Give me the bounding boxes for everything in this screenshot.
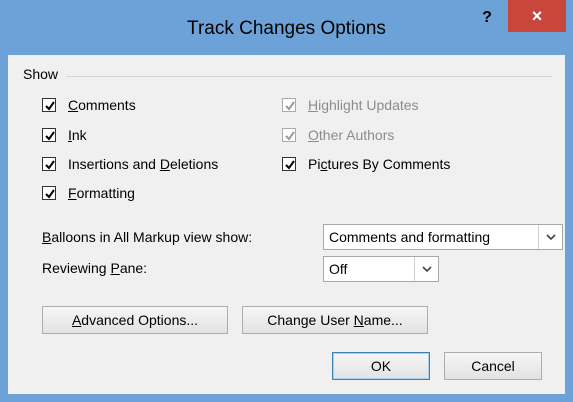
- ink-checkbox[interactable]: Ink: [42, 125, 87, 145]
- title-bar[interactable]: Track Changes Options ? ×: [0, 0, 573, 54]
- ok-label: OK: [370, 358, 392, 374]
- highlight-updates-checkbox[interactable]: Highlight Updates: [282, 95, 419, 115]
- cancel-label: Cancel: [471, 358, 515, 374]
- advanced-options-label: Advanced Options...: [71, 312, 199, 328]
- formatting-checkbox[interactable]: Formatting: [42, 183, 135, 203]
- other-authors-label: Other Authors: [308, 127, 395, 143]
- reviewing-pane-dropdown[interactable]: Off: [323, 256, 439, 282]
- ink-label: Ink: [68, 127, 87, 143]
- checkmark-icon: [42, 128, 56, 142]
- close-button[interactable]: ×: [508, 0, 566, 32]
- balloons-label: Balloons in All Markup view show:: [42, 229, 253, 245]
- show-group-label: Show: [23, 66, 59, 82]
- change-user-name-button[interactable]: Change User Name...: [242, 306, 428, 334]
- balloons-dropdown[interactable]: Comments and formatting: [323, 224, 563, 250]
- chevron-down-icon[interactable]: [538, 225, 562, 249]
- checkmark-icon: [42, 98, 56, 112]
- change-user-name-label: Change User Name...: [267, 312, 403, 328]
- comments-checkbox[interactable]: Comments: [42, 95, 136, 115]
- formatting-label: Formatting: [68, 185, 135, 201]
- show-group-divider: [66, 76, 552, 77]
- pictures-by-comments-label: Pictures By Comments: [308, 156, 451, 172]
- comments-label: Comments: [68, 97, 136, 113]
- pictures-by-comments-checkbox[interactable]: Pictures By Comments: [282, 154, 450, 174]
- checkmark-icon: [282, 128, 296, 142]
- checkmark-icon: [282, 157, 296, 171]
- close-icon: ×: [531, 6, 543, 26]
- cancel-button[interactable]: Cancel: [444, 352, 542, 380]
- help-button[interactable]: ?: [470, 4, 504, 32]
- reviewing-pane-label: Reviewing Pane:: [42, 260, 148, 276]
- checkmark-icon: [282, 98, 296, 112]
- ok-button[interactable]: OK: [332, 352, 430, 380]
- checkmark-icon: [42, 186, 56, 200]
- insertions-deletions-label: Insertions and Deletions: [68, 156, 219, 172]
- advanced-options-button[interactable]: Advanced Options...: [42, 306, 228, 334]
- dialog-window: Track Changes Options ? × Show Comments …: [0, 0, 573, 402]
- other-authors-checkbox[interactable]: Other Authors: [282, 125, 394, 145]
- highlight-updates-label: Highlight Updates: [308, 97, 419, 113]
- balloons-value: Comments and formatting: [329, 229, 491, 245]
- chevron-down-icon[interactable]: [414, 257, 438, 281]
- checkmark-icon: [42, 157, 56, 171]
- insertions-deletions-checkbox[interactable]: Insertions and Deletions: [42, 154, 218, 174]
- reviewing-pane-value: Off: [329, 261, 348, 277]
